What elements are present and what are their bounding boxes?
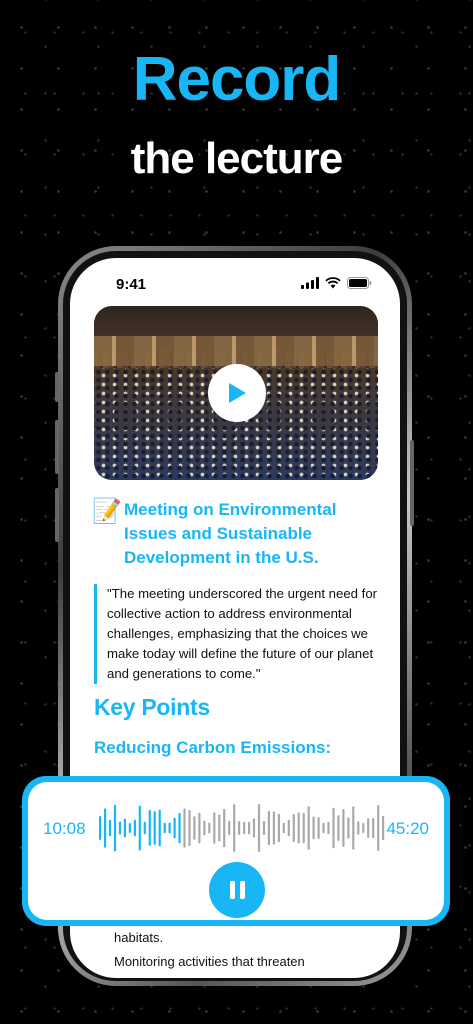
- lecture-video-thumbnail[interactable]: [94, 306, 378, 480]
- waveform-bar: [203, 820, 206, 836]
- play-icon: [229, 383, 246, 403]
- waveform-bar: [243, 821, 246, 835]
- waveform-bar: [173, 817, 176, 839]
- lecture-title: Meeting on Environmental Issues and Sust…: [124, 500, 337, 567]
- waveform-bar: [377, 805, 380, 851]
- waveform-bar: [128, 823, 131, 833]
- waveform-bar: [287, 819, 290, 837]
- key-points-heading: Key Points: [94, 694, 210, 720]
- phone-side-button: [55, 372, 59, 402]
- audio-waveform[interactable]: [98, 798, 386, 858]
- waveform-bar: [282, 822, 285, 834]
- body-text-line: habitats.: [114, 930, 164, 945]
- waveform-bar: [99, 816, 102, 840]
- waveform-bar: [248, 821, 251, 835]
- waveform-bar: [198, 812, 201, 844]
- waveform-bar: [277, 813, 280, 843]
- phone-volume-up: [55, 420, 59, 474]
- waveform-bar: [342, 809, 345, 847]
- waveform-bar: [357, 821, 360, 835]
- phone-volume-down: [55, 488, 59, 542]
- waveform-bar: [208, 822, 211, 834]
- waveform-bar: [178, 812, 181, 844]
- waveform-bar: [104, 808, 107, 848]
- waveform-bar: [292, 813, 295, 843]
- waveform-bar: [347, 817, 350, 839]
- phone-power-button: [410, 440, 414, 526]
- waveform-bar: [372, 818, 375, 839]
- waveform-bar: [223, 808, 226, 848]
- waveform-bar: [143, 821, 146, 835]
- pause-button[interactable]: [209, 862, 265, 918]
- waveform-bar: [123, 818, 126, 838]
- play-button[interactable]: [208, 364, 266, 422]
- audio-player-card: 10:08 45:20: [22, 776, 450, 926]
- waveform-bar: [183, 808, 186, 848]
- waveform-bar: [118, 821, 122, 835]
- status-time: 9:41: [116, 276, 147, 293]
- waveform-bar: [322, 822, 325, 834]
- waveform-bar: [252, 818, 256, 838]
- waveform-bar: [337, 815, 340, 841]
- current-time: 10:08: [43, 819, 86, 838]
- memo-emoji-icon: 📝: [92, 498, 122, 525]
- waveform-bar: [332, 807, 335, 849]
- waveform-bar: [362, 823, 365, 833]
- pause-icon: [229, 881, 245, 899]
- waveform-bar: [168, 822, 171, 834]
- signal-icon: [301, 277, 319, 289]
- waveform-bar: [382, 815, 385, 841]
- waveform-bar: [228, 820, 231, 835]
- waveform-bar: [213, 812, 216, 844]
- headline-record: Record: [132, 45, 342, 114]
- waveform-bar: [317, 817, 320, 839]
- waveform-bar: [133, 819, 136, 837]
- waveform-bar: [257, 804, 261, 852]
- total-time: 45:20: [386, 819, 429, 838]
- waveform-bar: [188, 810, 191, 847]
- waveform-bar: [108, 819, 112, 837]
- status-icons: [301, 277, 372, 289]
- wifi-icon: [325, 277, 341, 289]
- waveform-bar: [153, 811, 156, 845]
- waveform-bar: [307, 806, 310, 850]
- waveform-bar: [297, 812, 300, 844]
- waveform-bar: [218, 814, 221, 842]
- waveform-bar: [233, 804, 236, 852]
- waveform-bar: [138, 805, 141, 851]
- waveform-bar: [367, 818, 370, 838]
- body-text-line: Monitoring activities that threaten: [114, 954, 305, 969]
- waveform-bar: [238, 821, 241, 835]
- lecture-quote: "The meeting underscored the urgent need…: [94, 584, 387, 684]
- headline-subtitle: the lecture: [130, 134, 344, 183]
- waveform-bar: [272, 811, 275, 845]
- waveform-bar: [113, 804, 117, 852]
- waveform-bar: [262, 820, 266, 836]
- waveform-bar: [148, 810, 151, 846]
- waveform-bar: [327, 821, 330, 835]
- waveform-bar: [352, 806, 355, 850]
- battery-icon: [347, 277, 372, 289]
- waveform-bar: [158, 809, 161, 847]
- waveform-bar: [193, 816, 196, 840]
- waveform-bar: [312, 816, 315, 840]
- section-subheading: Reducing Carbon Emissions:: [94, 738, 332, 757]
- waveform-bar: [267, 810, 270, 846]
- waveform-bar: [302, 812, 305, 844]
- waveform-bar: [163, 822, 166, 834]
